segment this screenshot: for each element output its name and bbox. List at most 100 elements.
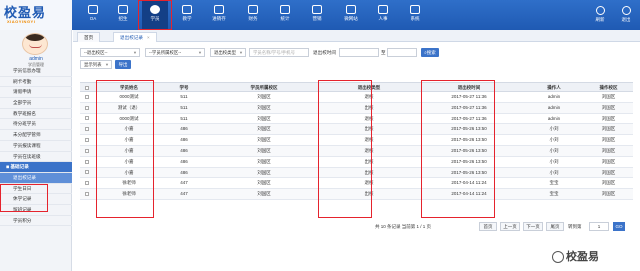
sidebar-item-all-students[interactable]: 全部学员 <box>0 98 72 109</box>
exit-time-cell: 2017-05-26 13:50 <box>451 158 487 164</box>
student-name-cell: 0000测试 <box>119 94 139 99</box>
operator-campus-cell: 刘国区 <box>601 191 616 197</box>
nav-stats[interactable]: 统计 <box>272 0 298 30</box>
checkbox[interactable] <box>85 116 89 121</box>
student-id-cell: 511 <box>180 115 188 121</box>
row-checkbox[interactable] <box>80 114 94 124</box>
nav-oa[interactable]: OA <box>80 0 106 30</box>
last-page-button[interactable]: 尾页 <box>546 222 564 231</box>
row-checkbox[interactable] <box>80 124 94 134</box>
export-button[interactable]: 导出 <box>115 60 131 69</box>
student-id-cell: 486 <box>180 126 188 132</box>
checkbox[interactable] <box>85 138 89 142</box>
student-campus-cell: 刘国区 <box>257 147 271 153</box>
student-id-cell: 447 <box>180 191 188 197</box>
row-checkbox[interactable] <box>80 178 94 188</box>
sidebar-item-retention-records[interactable]: 留班记录 <box>0 205 72 216</box>
student-campus-cell: 刘国区 <box>257 115 271 121</box>
row-checkbox[interactable] <box>80 157 94 167</box>
sidebar-item-suspension-records[interactable]: 休学记录 <box>0 194 72 205</box>
table-row[interactable]: 测试（退） 511 刘国区 出校 2017-05-27 11:36 admin 刘国区 <box>80 102 633 114</box>
student-name-cell: 小嘉 <box>124 126 134 132</box>
nav-enroll[interactable]: 招生 <box>110 0 136 30</box>
prev-page-button[interactable]: 上一页 <box>500 222 520 231</box>
student-id-cell: 486 <box>180 137 188 143</box>
table-row[interactable]: 小嘉 486 刘国区 出校 2017-05-26 13:50 小刘 刘国区 <box>80 124 633 136</box>
checkbox[interactable] <box>85 159 89 164</box>
sidebar-item-exit-records[interactable]: 退出校记录 <box>0 172 72 184</box>
checkbox[interactable] <box>85 191 89 196</box>
table-row[interactable]: 徐老师 447 刘国区 出校 2017-04-14 11:24 宝宝 刘国区 <box>80 189 633 200</box>
go-button[interactable]: GO <box>613 222 625 231</box>
nav-student[interactable]: 学员 <box>142 0 168 30</box>
page-number-input[interactable]: 1 <box>589 222 609 231</box>
next-page-button[interactable]: 下一页 <box>523 222 543 231</box>
table-row[interactable]: 小嘉 486 刘国区 退校 2017-05-26 13:50 小刘 刘国区 <box>80 145 633 157</box>
operator-campus-cell: 刘国区 <box>601 94 616 99</box>
checkbox[interactable] <box>85 94 89 99</box>
row-checkbox[interactable] <box>80 146 94 156</box>
table-row[interactable]: 0000测试 511 刘国区 退校 2017-05-27 11:36 admin 刘国区 <box>80 92 633 103</box>
sidebar-item-class-enroll[interactable]: 教学班报名 <box>0 109 72 120</box>
checkbox[interactable] <box>85 181 89 186</box>
sidebar-item-leave-request[interactable]: 请假申请 <box>0 87 72 99</box>
table-row[interactable]: 0000测试 511 刘国区 退校 2017-05-27 11:36 admin 刘国区 <box>80 114 633 125</box>
search-button[interactable]: ⌕搜索 <box>421 48 439 57</box>
close-icon[interactable]: × <box>147 35 150 40</box>
logout-button[interactable]: 退出 <box>614 0 638 30</box>
nav-inventory[interactable]: 进销存 <box>206 0 232 30</box>
student-campus-select[interactable]: --学员所属校区-- ▼ <box>145 48 205 57</box>
sidebar-item-student-classes[interactable]: 学员在读班级 <box>0 152 72 163</box>
checkbox[interactable] <box>85 148 89 153</box>
display-list-select[interactable]: 显示列表 ▼ <box>80 60 112 69</box>
sidebar-item-unassigned-class[interactable]: 待分班学员 <box>0 119 72 131</box>
start-date-input[interactable] <box>339 48 379 57</box>
student-name-cell: 0000测试 <box>119 115 139 121</box>
checkbox[interactable] <box>85 85 89 90</box>
table-row[interactable]: 小嘉 486 刘国区 退校 2017-05-26 13:50 小刘 刘国区 <box>80 135 633 146</box>
sidebar: admin 学员管理 学员信息办理 刷卡考勤 请假申请 全部学员 教学班报名 待… <box>0 30 72 271</box>
row-checkbox[interactable] <box>80 168 94 178</box>
sidebar-menu: 学员信息办理 刷卡考勤 请假申请 全部学员 教学班报名 待分班学员 未分配学管师… <box>0 66 72 227</box>
tab-home[interactable]: 首页 <box>77 32 101 42</box>
table-row[interactable]: 小嘉 486 刘国区 出校 2017-05-26 13:50 小刘 刘国区 <box>80 157 633 168</box>
operator-campus-cell: 刘国区 <box>601 158 616 164</box>
row-checkbox[interactable] <box>80 103 94 113</box>
operator-campus-cell: 刘国区 <box>601 169 616 175</box>
nav-system[interactable]: 系统 <box>402 0 428 30</box>
refresh-button[interactable]: 刷新 <box>588 0 612 30</box>
table-row[interactable]: 徐老师 447 刘国区 退校 2017-04-14 11:24 宝宝 刘国区 <box>80 178 633 190</box>
sidebar-item-birthday[interactable]: 学生日日 <box>0 184 72 195</box>
row-checkbox[interactable] <box>80 135 94 145</box>
row-checkbox[interactable] <box>80 92 94 102</box>
sidebar-item-card-attendance[interactable]: 刷卡考勤 <box>0 77 72 88</box>
exit-campus-select[interactable]: --退出校区-- ▼ <box>80 48 140 57</box>
logout-icon <box>621 6 631 15</box>
sidebar-item-student-info[interactable]: 学员信息办理 <box>0 66 72 77</box>
checkbox[interactable] <box>85 127 89 132</box>
sidebar-item-student-points[interactable]: 学员积分 <box>0 216 72 227</box>
nav-teaching[interactable]: 教学 <box>174 0 200 30</box>
checkbox[interactable] <box>85 170 89 175</box>
nav-hr[interactable]: 人事 <box>370 0 396 30</box>
teaching-icon <box>182 5 192 14</box>
checkbox[interactable] <box>85 105 89 110</box>
operator-cell: 宝宝 <box>549 180 559 186</box>
student-id-cell: 486 <box>180 158 188 164</box>
nav-marketing[interactable]: 营销 <box>304 0 330 30</box>
table-row[interactable]: 小嘉 486 刘国区 出校 2017-05-26 13:50 小刘 刘国区 <box>80 167 633 179</box>
sidebar-item-student-courses[interactable]: 学员报读课程 <box>0 141 72 152</box>
tab-exit-records[interactable]: 退出校记录 × <box>113 32 157 42</box>
sidebar-group-basic-records[interactable]: 基础记录 <box>0 162 72 173</box>
wechat-icon <box>552 251 564 264</box>
chevron-down-icon: ▼ <box>133 50 137 55</box>
finance-icon <box>248 5 258 14</box>
search-input[interactable]: 学员名称/学号/手机号 <box>249 48 309 57</box>
nav-finance[interactable]: 财务 <box>240 0 266 30</box>
exit-type-select[interactable]: 退出校类型 ▼ <box>210 48 246 57</box>
nav-microsite[interactable]: 微网站 <box>338 0 364 30</box>
sidebar-item-unassigned-manager[interactable]: 未分配学管师 <box>0 130 72 141</box>
row-checkbox[interactable] <box>80 189 94 199</box>
first-page-button[interactable]: 首页 <box>479 222 497 231</box>
end-date-input[interactable] <box>387 48 417 57</box>
